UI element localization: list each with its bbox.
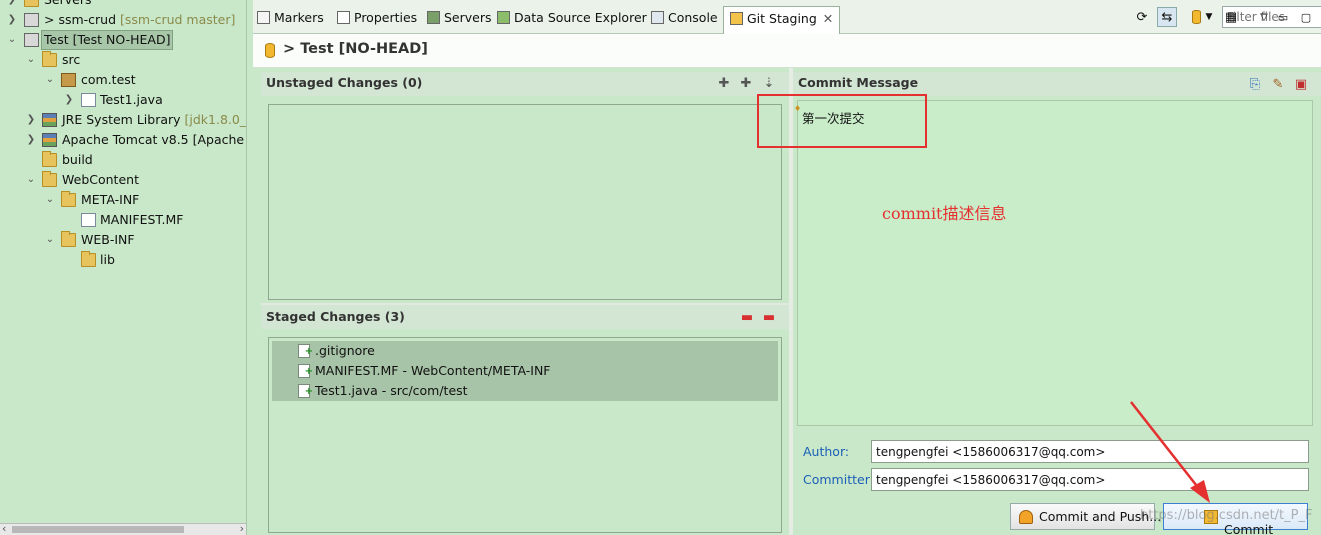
view-tab-bar: Markers Properties Servers Data Source E… xyxy=(253,0,1321,34)
chevron-down-icon[interactable]: ⌄ xyxy=(25,170,37,190)
annotation-text: commit描述信息 xyxy=(882,204,1007,223)
folder-icon xyxy=(42,151,57,167)
package-icon xyxy=(61,73,76,87)
refresh-icon[interactable]: ⟳ xyxy=(1132,7,1152,27)
staged-changes-section: Staged Changes (3) ▬ ▬ .gitignore MANIFE… xyxy=(261,305,789,535)
tab-servers[interactable]: Servers xyxy=(427,6,492,30)
watermark: https://blog.csdn.net/t_P_F xyxy=(1140,508,1313,523)
folder-icon xyxy=(24,0,39,7)
commit-message-title: Commit Message xyxy=(798,75,919,90)
layout-icon[interactable]: ▦ xyxy=(1221,7,1241,27)
commit-and-push-button[interactable]: Commit and Push... xyxy=(1010,503,1161,530)
staged-title: Staged Changes (3) xyxy=(266,309,405,324)
folder-icon xyxy=(81,251,96,267)
library-icon xyxy=(42,133,57,147)
maximize-icon[interactable]: ▢ xyxy=(1296,7,1316,27)
author-label: Author: xyxy=(803,444,850,459)
close-icon[interactable]: ✕ xyxy=(823,11,833,26)
view-menu-icon[interactable]: ▽ xyxy=(1254,7,1274,27)
chevron-right-icon[interactable]: ❯ xyxy=(6,10,18,30)
added-file-icon xyxy=(298,382,313,402)
chevron-right-icon[interactable]: ❯ xyxy=(25,110,37,130)
java-file-icon xyxy=(81,93,96,107)
added-file-icon xyxy=(298,362,313,382)
annotation-highlight-box xyxy=(757,94,927,148)
source-folder-icon xyxy=(42,51,57,67)
folder-icon xyxy=(42,171,57,187)
chevron-right-icon[interactable]: ❯ xyxy=(6,0,18,10)
library-icon xyxy=(42,113,57,127)
dropdown-arrow-icon[interactable]: ▼ xyxy=(1203,7,1215,27)
unstaged-file-list[interactable] xyxy=(268,104,782,300)
horizontal-scrollbar[interactable]: ‹ › xyxy=(0,522,246,535)
committer-field[interactable] xyxy=(871,468,1309,491)
chevron-down-icon[interactable]: ⌄ xyxy=(25,50,37,70)
added-file-icon xyxy=(298,342,313,362)
tree-item-label: JRE System Library xyxy=(62,112,181,127)
project-icon xyxy=(24,33,39,47)
amend-icon[interactable]: ⎘ xyxy=(1247,77,1263,93)
stage-selected-icon[interactable]: ✚ xyxy=(716,76,732,92)
list-item[interactable]: MANIFEST.MF - WebContent/META-INF xyxy=(272,361,778,382)
unstaged-title: Unstaged Changes (0) xyxy=(266,75,423,90)
minimize-icon[interactable]: ▭ xyxy=(1273,7,1293,27)
list-item[interactable]: .gitignore xyxy=(272,341,778,362)
tab-console[interactable]: Console xyxy=(651,6,718,30)
project-icon xyxy=(24,13,39,27)
staged-file-list[interactable]: .gitignore MANIFEST.MF - WebContent/META… xyxy=(268,337,782,533)
unstaged-header: Unstaged Changes (0) ✚ ✚ ⇣ xyxy=(261,72,789,96)
tree-item-label: Test [Test NO-HEAD] xyxy=(41,30,174,50)
console-icon xyxy=(651,11,664,24)
git-staging-icon xyxy=(730,12,743,25)
tab-markers[interactable]: Markers xyxy=(257,6,324,30)
scroll-right-icon[interactable]: › xyxy=(240,522,244,535)
chevron-right-icon[interactable]: ❯ xyxy=(25,130,37,150)
author-field[interactable] xyxy=(871,440,1309,463)
git-decoration: [ssm-crud master] xyxy=(116,12,236,27)
data-source-icon xyxy=(497,11,510,24)
tab-git-staging[interactable]: Git Staging ✕ xyxy=(723,6,841,34)
sort-icon[interactable]: ⇣ xyxy=(761,76,777,92)
chevron-down-icon[interactable]: ⌄ xyxy=(6,30,18,50)
unstaged-changes-section: Unstaged Changes (0) ✚ ✚ ⇣ xyxy=(261,72,789,303)
jdk-decoration: [jdk1.8.0_191] xyxy=(184,112,247,127)
tab-properties[interactable]: Properties xyxy=(337,6,417,30)
committer-label: Committer: xyxy=(803,472,874,487)
file-icon xyxy=(81,213,96,227)
chevron-right-icon[interactable]: ❯ xyxy=(63,90,75,110)
project-explorer: ❯ Servers ❯ > ssm-crud [ssm-crud master]… xyxy=(0,0,247,535)
staged-header: Staged Changes (3) ▬ ▬ xyxy=(261,305,789,329)
commit-message-header: Commit Message ⎘ ✎ ▣ xyxy=(793,72,1321,96)
scroll-left-icon[interactable]: ‹ xyxy=(2,522,6,535)
repository-header: > Test [NO-HEAD] xyxy=(253,34,1321,68)
chevron-down-icon[interactable]: ⌄ xyxy=(44,190,56,210)
stage-all-icon[interactable]: ✚ xyxy=(738,76,754,92)
link-selection-icon[interactable]: ⇆ xyxy=(1157,7,1177,27)
servers-icon xyxy=(427,11,440,24)
markers-icon xyxy=(257,11,270,24)
chevron-down-icon[interactable]: ⌄ xyxy=(44,70,56,90)
push-icon xyxy=(1019,510,1033,524)
scrollbar-thumb[interactable] xyxy=(12,526,184,533)
chevron-down-icon[interactable]: ⌄ xyxy=(44,230,56,250)
list-item[interactable]: Test1.java - src/com/test xyxy=(272,381,778,402)
folder-icon xyxy=(61,191,76,207)
tab-data-source-explorer[interactable]: Data Source Explorer xyxy=(497,6,647,30)
sign-off-icon[interactable]: ✎ xyxy=(1270,77,1286,93)
change-id-icon[interactable]: ▣ xyxy=(1293,77,1309,93)
unstage-all-icon[interactable]: ▬ xyxy=(761,310,777,326)
commit-message-editor[interactable]: ♦ 第一次提交 xyxy=(794,100,1313,426)
repository-icon xyxy=(265,43,275,58)
repository-title: > Test [NO-HEAD] xyxy=(283,41,428,57)
tree-item-label: > ssm-crud xyxy=(44,12,117,27)
folder-icon xyxy=(61,231,76,247)
properties-icon xyxy=(337,11,350,24)
unstage-selected-icon[interactable]: ▬ xyxy=(739,310,755,326)
